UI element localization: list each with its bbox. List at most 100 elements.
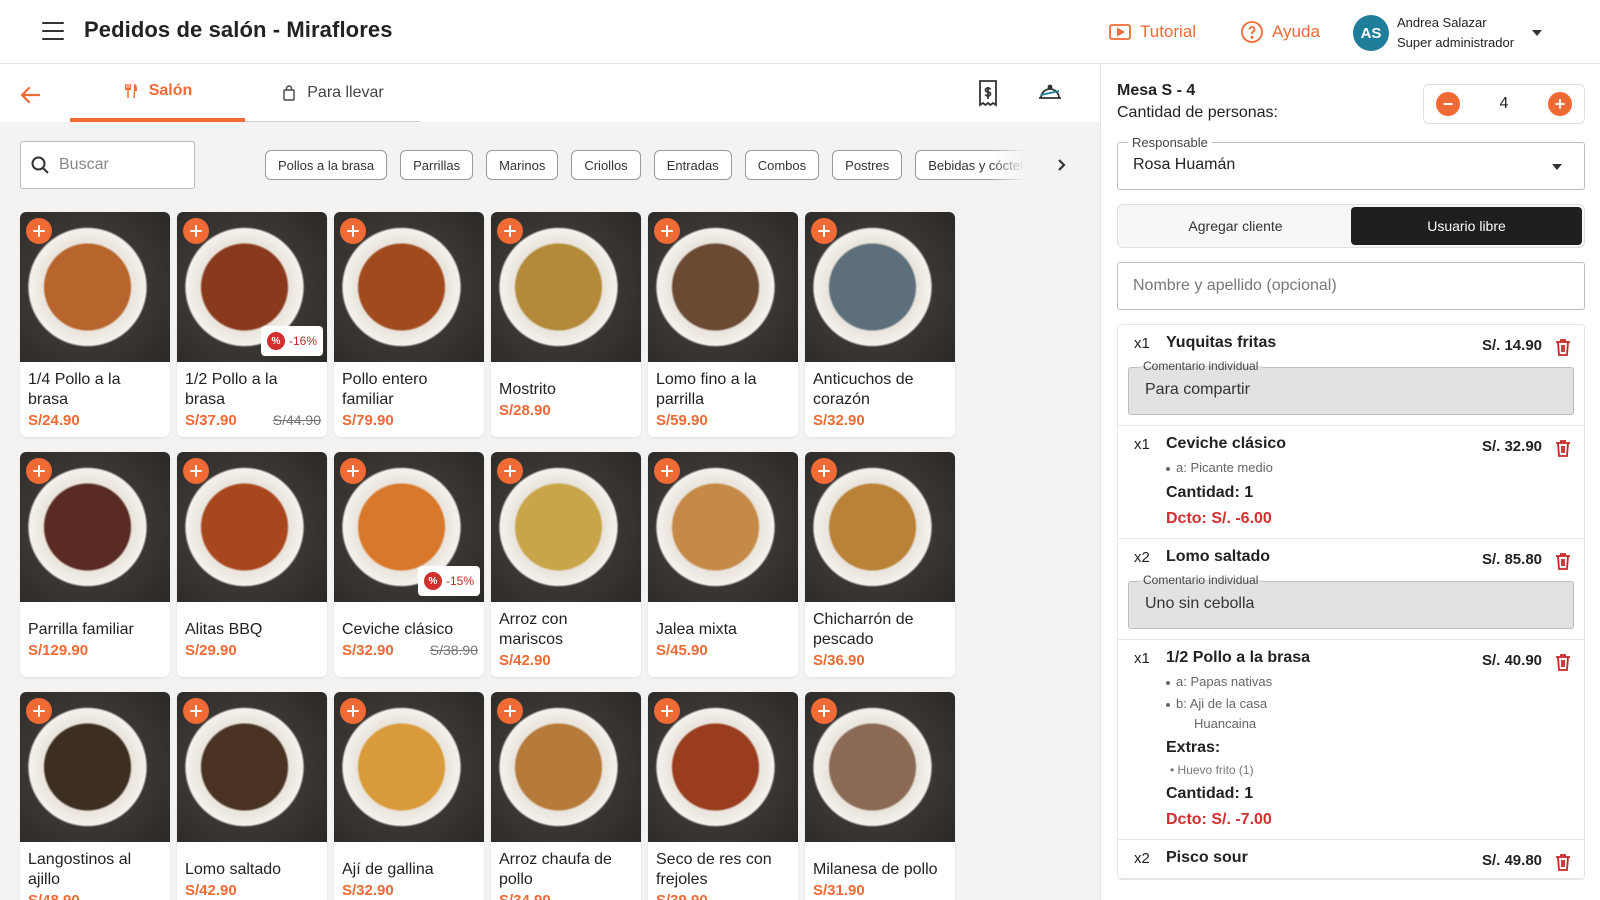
product-card[interactable]: Anticuchos de corazón S/32.90 [805, 212, 955, 437]
product-card[interactable]: Parrilla familiar S/129.90 [20, 452, 170, 677]
category-chip[interactable]: Parrillas [400, 150, 474, 180]
product-card[interactable]: Mostrito S/28.90 [491, 212, 641, 437]
add-icon[interactable] [497, 458, 523, 484]
trash-icon[interactable] [1554, 551, 1572, 571]
table-title: Mesa S - 4 [1117, 82, 1196, 99]
trash-icon[interactable] [1554, 652, 1572, 672]
price-row: S/32.90 [342, 882, 478, 899]
product-card[interactable]: Lomo fino a la parrilla S/59.90 [648, 212, 798, 437]
search-box[interactable] [20, 141, 195, 189]
product-name: Ají de gallina [342, 860, 434, 878]
add-icon[interactable] [497, 698, 523, 724]
help-link[interactable]: Ayuda [1240, 20, 1320, 44]
product-card[interactable]: Chicharrón de pescado S/36.90 [805, 452, 955, 677]
category-chip[interactable]: Marinos [486, 150, 559, 180]
utensils-icon [124, 84, 137, 98]
product-card[interactable]: Langostinos al ajillo S/48.90 [20, 692, 170, 900]
product-card[interactable]: 1/4 Pollo a la brasa S/24.90 [20, 212, 170, 437]
item-comment-field[interactable]: Comentario individual Uno sin cebolla [1128, 573, 1574, 629]
add-icon[interactable] [497, 218, 523, 244]
product-name: Lomo fino a la parrilla [656, 370, 757, 408]
menu-icon[interactable] [42, 22, 64, 40]
user-menu[interactable]: AS Andrea Salazar Super administrador [1353, 13, 1543, 53]
add-icon[interactable] [340, 458, 366, 484]
price-row: S/32.90 S/38.90 [342, 642, 478, 659]
back-arrow-icon[interactable] [20, 86, 40, 104]
trash-icon[interactable] [1554, 438, 1572, 458]
product-card[interactable]: Jalea mixta S/45.90 [648, 452, 798, 677]
tab-para-llevar[interactable]: Para llevar [245, 64, 420, 122]
add-client-button[interactable]: Agregar cliente [1120, 207, 1351, 245]
product-card[interactable]: Arroz con mariscos S/42.90 [491, 452, 641, 677]
product-price: S/34.90 [499, 891, 551, 900]
product-name: Chicharrón de pescado [813, 610, 914, 648]
product-card[interactable]: % -15% Ceviche clásico S/32.90 S/38.90 [334, 452, 484, 677]
tutorial-link[interactable]: Tutorial [1108, 20, 1196, 44]
price-row: S/129.90 [28, 642, 164, 659]
add-icon[interactable] [811, 698, 837, 724]
trash-icon[interactable] [1554, 337, 1572, 357]
add-icon[interactable] [811, 458, 837, 484]
top-bar: Pedidos de salón - Miraflores Tutorial A… [0, 0, 1600, 64]
add-icon[interactable] [340, 218, 366, 244]
user-role: Super administrador [1397, 35, 1515, 50]
product-card[interactable]: Arroz chaufa de pollo S/34.90 [491, 692, 641, 900]
add-icon[interactable] [26, 218, 52, 244]
product-info: 1/2 Pollo a la brasa S/37.90 S/44.90 [185, 364, 321, 434]
search-input[interactable] [59, 156, 179, 174]
product-card[interactable]: Ají de gallina S/32.90 [334, 692, 484, 900]
comment-value: Uno sin cebolla [1145, 595, 1255, 612]
product-price: S/32.90 [813, 411, 865, 429]
category-chip[interactable]: Criollos [571, 150, 641, 180]
modifier-text: a: Picante medio [1176, 460, 1273, 475]
product-name: Mostrito [499, 380, 556, 398]
product-card[interactable]: Milanesa de pollo S/31.90 [805, 692, 955, 900]
add-icon[interactable] [340, 698, 366, 724]
order-item: x2 Pisco sour S/. 49.80 [1118, 840, 1584, 879]
add-icon[interactable] [26, 698, 52, 724]
add-icon[interactable] [183, 698, 209, 724]
category-chip[interactable]: Combos [744, 150, 820, 180]
category-chip[interactable]: Pollos a la brasa [265, 150, 388, 180]
trash-icon[interactable] [1554, 852, 1572, 872]
add-icon[interactable] [654, 218, 680, 244]
add-icon[interactable] [183, 218, 209, 244]
price-row: S/32.90 [813, 412, 949, 429]
product-card[interactable]: Lomo saltado S/42.90 [177, 692, 327, 900]
category-chip[interactable]: Entradas [653, 150, 732, 180]
item-comment-field[interactable]: Comentario individual Para compartir [1128, 359, 1574, 415]
product-card[interactable]: Pollo entero familiar S/79.90 [334, 212, 484, 437]
product-card[interactable]: Alitas BBQ S/29.90 [177, 452, 327, 677]
decrement-button[interactable]: − [1436, 92, 1460, 116]
chevron-right-icon[interactable] [1052, 156, 1070, 174]
category-chip[interactable]: Postres [832, 150, 903, 180]
extras-label: Extras: [1166, 739, 1221, 756]
customer-name-input[interactable] [1117, 262, 1585, 310]
price-row: S/48.90 [28, 892, 164, 900]
receipt-icon[interactable] [973, 78, 1003, 108]
discount-badge: % -15% [417, 566, 480, 596]
tab-salon[interactable]: Salón [70, 64, 245, 122]
product-card[interactable]: Seco de res con frejoles S/39.90 [648, 692, 798, 900]
product-name: Seco de res con frejoles [656, 850, 772, 888]
add-icon[interactable] [654, 458, 680, 484]
add-icon[interactable] [811, 218, 837, 244]
waiter-cloche-icon[interactable] [1035, 78, 1065, 108]
product-info: Arroz chaufa de pollo S/34.90 [499, 844, 635, 900]
help-label: Ayuda [1272, 22, 1320, 41]
tab-salon-label: Salón [148, 82, 193, 99]
responsible-select[interactable]: Responsable Rosa Huamán [1117, 135, 1585, 190]
people-count: 4 [1499, 95, 1509, 112]
comment-label: Comentario individual [1139, 573, 1263, 587]
product-info: 1/4 Pollo a la brasa S/24.90 [28, 364, 164, 434]
product-price: S/42.90 [185, 881, 237, 899]
item-discount: Dcto: S/. -6.00 [1166, 510, 1272, 527]
increment-button[interactable]: + [1548, 92, 1572, 116]
add-icon[interactable] [183, 458, 209, 484]
product-card[interactable]: % -16% 1/2 Pollo a la brasa S/37.90 S/44.90 [177, 212, 327, 437]
product-price: S/36.90 [813, 651, 865, 669]
add-icon[interactable] [26, 458, 52, 484]
add-icon[interactable] [654, 698, 680, 724]
free-user-button[interactable]: Usuario libre [1351, 207, 1582, 245]
product-name: Ceviche clásico [342, 620, 454, 638]
